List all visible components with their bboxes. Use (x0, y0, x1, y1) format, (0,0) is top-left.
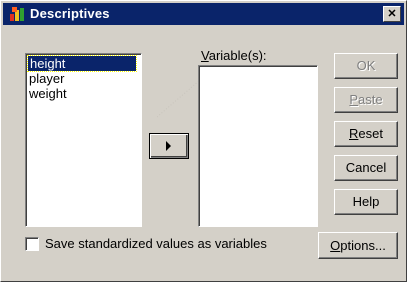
ok-button[interactable]: OK (334, 53, 398, 79)
close-button[interactable]: ✕ (383, 6, 401, 22)
reset-button-rest: eset (358, 126, 383, 141)
descriptives-dialog: Descriptives ✕ height player weight Vari… (0, 0, 407, 282)
cancel-button[interactable]: Cancel (334, 155, 398, 181)
options-button[interactable]: Options... (318, 232, 398, 259)
source-variable-list[interactable]: height player weight (25, 53, 142, 227)
list-item-weight[interactable]: weight (26, 86, 141, 101)
options-button-rest: ptions... (340, 238, 386, 253)
paste-button-rest: aste (358, 92, 383, 107)
list-item-player[interactable]: player (26, 71, 141, 86)
save-standardized-label[interactable]: Save standardized values as variables (45, 236, 267, 251)
help-button[interactable]: Help (334, 189, 398, 215)
variables-label: Variable(s): (201, 48, 267, 63)
close-icon: ✕ (387, 8, 397, 20)
variables-label-mnemonic: V (201, 48, 209, 63)
reset-button-mnemonic: R (349, 126, 359, 141)
spss-dialog-icon (10, 7, 24, 21)
variables-label-rest: ariable(s): (208, 48, 267, 63)
save-standardized-checkbox[interactable] (25, 237, 39, 251)
paste-button-mnemonic: P (349, 92, 359, 107)
options-button-mnemonic: O (330, 238, 341, 253)
reset-button[interactable]: Reset (334, 121, 398, 147)
target-variable-list[interactable] (198, 65, 318, 227)
move-variable-button[interactable] (149, 133, 189, 159)
title-bar[interactable]: Descriptives ✕ (3, 3, 404, 25)
list-item-height[interactable]: height (27, 55, 137, 72)
paste-button[interactable]: Paste (334, 87, 398, 113)
arrow-right-icon (166, 141, 171, 151)
window-title: Descriptives (30, 6, 110, 21)
